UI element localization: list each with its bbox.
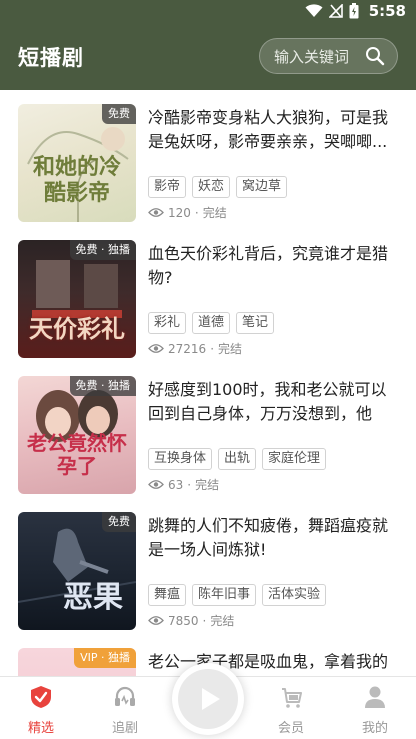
item-title[interactable]: 跳舞的人们不知疲倦，舞蹈瘟疫就是一场人间炼狱!: [148, 514, 400, 562]
item-title[interactable]: 好感度到100时，我和老公就可以回到自己身体，万万没想到，他竟...: [148, 378, 400, 426]
list-item[interactable]: 免费 · 独播 老公竟然怀孕了 好感度到100时，我和老公就可以回到自己身体，万…: [0, 362, 416, 498]
play-icon: [202, 688, 220, 710]
search-box[interactable]: [259, 38, 398, 74]
status-icons: 5:58: [305, 2, 406, 20]
list-item[interactable]: 免费 恶果 跳舞的人们不知疲倦，舞蹈瘟疫就是一场人间炼狱! 舞瘟 陈年旧事 活体…: [0, 498, 416, 634]
view-count: 27216: [168, 341, 207, 356]
eye-icon: [148, 344, 164, 353]
status-text: 完结: [210, 614, 235, 628]
cover-badge: 免费: [102, 104, 136, 124]
tag[interactable]: 互换身体: [148, 448, 213, 470]
list-item[interactable]: 免费 · 独播 天价彩礼 血色天价彩礼背后，究竟谁才是猎物? 彩礼 道德 笔记 …: [0, 226, 416, 362]
item-title[interactable]: 冷酷影帝变身粘人大狼狗，可是我是兔妖呀，影帝要亲亲，哭唧唧...: [148, 106, 400, 154]
tab-profile[interactable]: 我的: [340, 677, 410, 739]
battery-icon: [349, 3, 359, 19]
item-meta: 7850 · 完结: [148, 612, 234, 629]
cover-text: 老公竟然怀孕了: [27, 431, 127, 478]
tag[interactable]: 影帝: [148, 176, 187, 198]
tag[interactable]: 窝边草: [236, 176, 288, 198]
tag[interactable]: 家庭伦理: [262, 448, 327, 470]
cover-badge: VIP · 独播: [74, 648, 136, 668]
cover-image[interactable]: 免费 · 独播 天价彩礼: [18, 240, 136, 358]
cover-image[interactable]: 免费 · 独播 老公竟然怀孕了: [18, 376, 136, 494]
tab-featured[interactable]: 精选: [6, 677, 76, 739]
center-play-button[interactable]: [172, 663, 244, 735]
shield-icon: [31, 686, 51, 708]
drama-list: 免费 和她的冷酷影帝 冷酷影帝变身粘人大狼狗，可是我是兔妖呀，影帝要亲亲，哭唧唧…: [0, 90, 416, 676]
item-meta: 63 · 完结: [148, 476, 219, 493]
tag-list: 互换身体 出轨 家庭伦理: [148, 448, 327, 470]
item-title[interactable]: 血色天价彩礼背后，究竟谁才是猎物?: [148, 242, 400, 290]
headphones-icon: [115, 686, 135, 706]
view-count: 120: [168, 205, 191, 220]
eye-icon: [148, 616, 164, 625]
list-item[interactable]: 免费 和她的冷酷影帝 冷酷影帝变身粘人大狼狗，可是我是兔妖呀，影帝要亲亲，哭唧唧…: [0, 90, 416, 226]
cover-image[interactable]: 免费 和她的冷酷影帝: [18, 104, 136, 222]
user-icon: [365, 686, 385, 708]
status-time: 5:58: [368, 2, 406, 20]
app-title: 短播剧: [18, 46, 84, 70]
status-text: 完结: [218, 342, 243, 356]
wifi-icon: [305, 4, 323, 17]
play-button-inner: [178, 669, 238, 729]
view-count: 63: [168, 477, 184, 492]
meta-separator: ·: [202, 613, 207, 628]
tag[interactable]: 出轨: [218, 448, 257, 470]
tag[interactable]: 活体实验: [262, 584, 327, 606]
tab-label: 精选: [27, 721, 54, 736]
tab-label: 会员: [277, 721, 304, 736]
status-text: 完结: [195, 478, 220, 492]
cover-text: 天价彩礼: [29, 314, 125, 343]
tag[interactable]: 笔记: [236, 312, 275, 334]
meta-separator: ·: [187, 477, 192, 492]
tag[interactable]: 彩礼: [148, 312, 187, 334]
bottom-tabbar: 精选 追剧 会员 我的: [0, 663, 416, 739]
tag[interactable]: 陈年旧事: [192, 584, 257, 606]
tab-label: 我的: [361, 721, 388, 736]
tag[interactable]: 道德: [192, 312, 231, 334]
signal-icon: [328, 4, 343, 18]
item-meta: 27216 · 完结: [148, 340, 242, 357]
tag-list: 影帝 妖恋 窝边草: [148, 176, 288, 198]
tab-following[interactable]: 追剧: [90, 677, 160, 739]
tag[interactable]: 妖恋: [192, 176, 231, 198]
cover-text: 和她的冷酷影帝: [32, 154, 121, 206]
eye-icon: [148, 208, 164, 217]
status-text: 完结: [202, 206, 227, 220]
tab-label: 追剧: [111, 721, 138, 736]
meta-separator: ·: [194, 205, 199, 220]
cover-text: 恶果: [63, 580, 123, 615]
app-header: 短播剧: [0, 24, 416, 90]
eye-icon: [148, 480, 164, 489]
meta-separator: ·: [210, 341, 215, 356]
cover-image[interactable]: 免费 恶果: [18, 512, 136, 630]
status-bar: 5:58: [0, 0, 416, 24]
cover-image[interactable]: VIP · 独播: [18, 648, 136, 676]
tag[interactable]: 舞瘟: [148, 584, 187, 606]
tab-vip[interactable]: 会员: [256, 677, 326, 739]
cover-badge: 免费: [102, 512, 136, 532]
view-count: 7850: [168, 613, 199, 628]
item-meta: 120 · 完结: [148, 204, 227, 221]
search-input[interactable]: [274, 47, 370, 67]
cover-badge: 免费 · 独播: [69, 240, 136, 260]
cart-icon: [282, 688, 302, 708]
search-icon[interactable]: [365, 46, 385, 66]
tag-list: 舞瘟 陈年旧事 活体实验: [148, 584, 327, 606]
tag-list: 彩礼 道德 笔记: [148, 312, 275, 334]
cover-badge: 免费 · 独播: [69, 376, 136, 396]
